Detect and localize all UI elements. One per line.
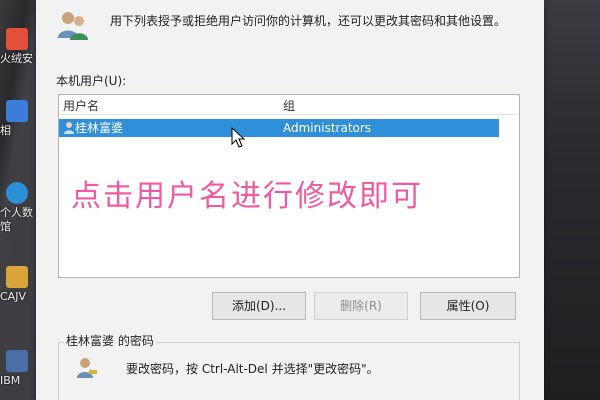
password-hint-text: 要改密码，按 Ctrl-Alt-Del 并选择"更改密码"。 bbox=[126, 362, 379, 376]
header-divider bbox=[59, 114, 519, 115]
cajviewer-icon bbox=[6, 266, 28, 288]
user-accounts-dialog: 用下列表授予或拒绝用户访问你的计算机，还可以更改其密码和其他设置。 本机用户(U… bbox=[36, 0, 544, 400]
huorong-icon bbox=[6, 28, 28, 50]
desktop-icon-label: CAJV bbox=[0, 290, 26, 303]
column-header-group[interactable]: 组 bbox=[283, 97, 295, 114]
desktop-right-edge bbox=[538, 0, 600, 400]
local-users-label: 本机用户(U): bbox=[56, 74, 127, 88]
table-row[interactable]: 桂林富婆 Administrators bbox=[59, 119, 499, 137]
users-icon bbox=[58, 12, 88, 40]
properties-button[interactable]: 属性(O) bbox=[420, 292, 516, 320]
desktop-icon-ibm[interactable]: IBM bbox=[0, 350, 34, 388]
remove-button[interactable]: 删除(R) bbox=[314, 292, 408, 320]
user-list[interactable]: 用户名 组 桂林富婆 Administrators 点击用户名进行修改即可 bbox=[58, 94, 520, 278]
mouse-cursor-icon bbox=[231, 127, 245, 148]
desktop-icon-label: 个人数 bbox=[0, 206, 33, 219]
desktop-icon-personal-library[interactable]: 个人数 馆 bbox=[0, 182, 34, 234]
cell-group: Administrators bbox=[283, 121, 372, 135]
column-header-username[interactable]: 用户名 bbox=[63, 97, 99, 114]
password-group-label: 桂林富婆 的密码 bbox=[64, 332, 156, 349]
ibm-icon bbox=[6, 350, 28, 372]
desktop-icon-label: IBM bbox=[0, 374, 21, 387]
app-icon bbox=[6, 100, 28, 122]
desktop-icon-label: 相 bbox=[0, 124, 11, 137]
user-icon bbox=[64, 122, 74, 134]
add-button[interactable]: 添加(D)... bbox=[212, 292, 306, 320]
desktop-icon-huorong[interactable]: 火绒安 bbox=[0, 28, 34, 66]
user-key-icon bbox=[77, 358, 97, 378]
intro-text: 用下列表授予或拒绝用户访问你的计算机，还可以更改其密码和其他设置。 bbox=[110, 14, 507, 28]
desktop-icon-xiang[interactable]: 相 bbox=[0, 100, 34, 138]
ie-icon bbox=[6, 182, 28, 204]
desktop-icon-label: 火绒安 bbox=[0, 52, 33, 65]
desktop-icon-cajviewer[interactable]: CAJV bbox=[0, 266, 34, 304]
annotation-text: 点击用户名进行修改即可 bbox=[71, 179, 423, 214]
cell-username: 桂林富婆 bbox=[75, 121, 124, 135]
desktop-icon-label: 馆 bbox=[0, 220, 11, 233]
